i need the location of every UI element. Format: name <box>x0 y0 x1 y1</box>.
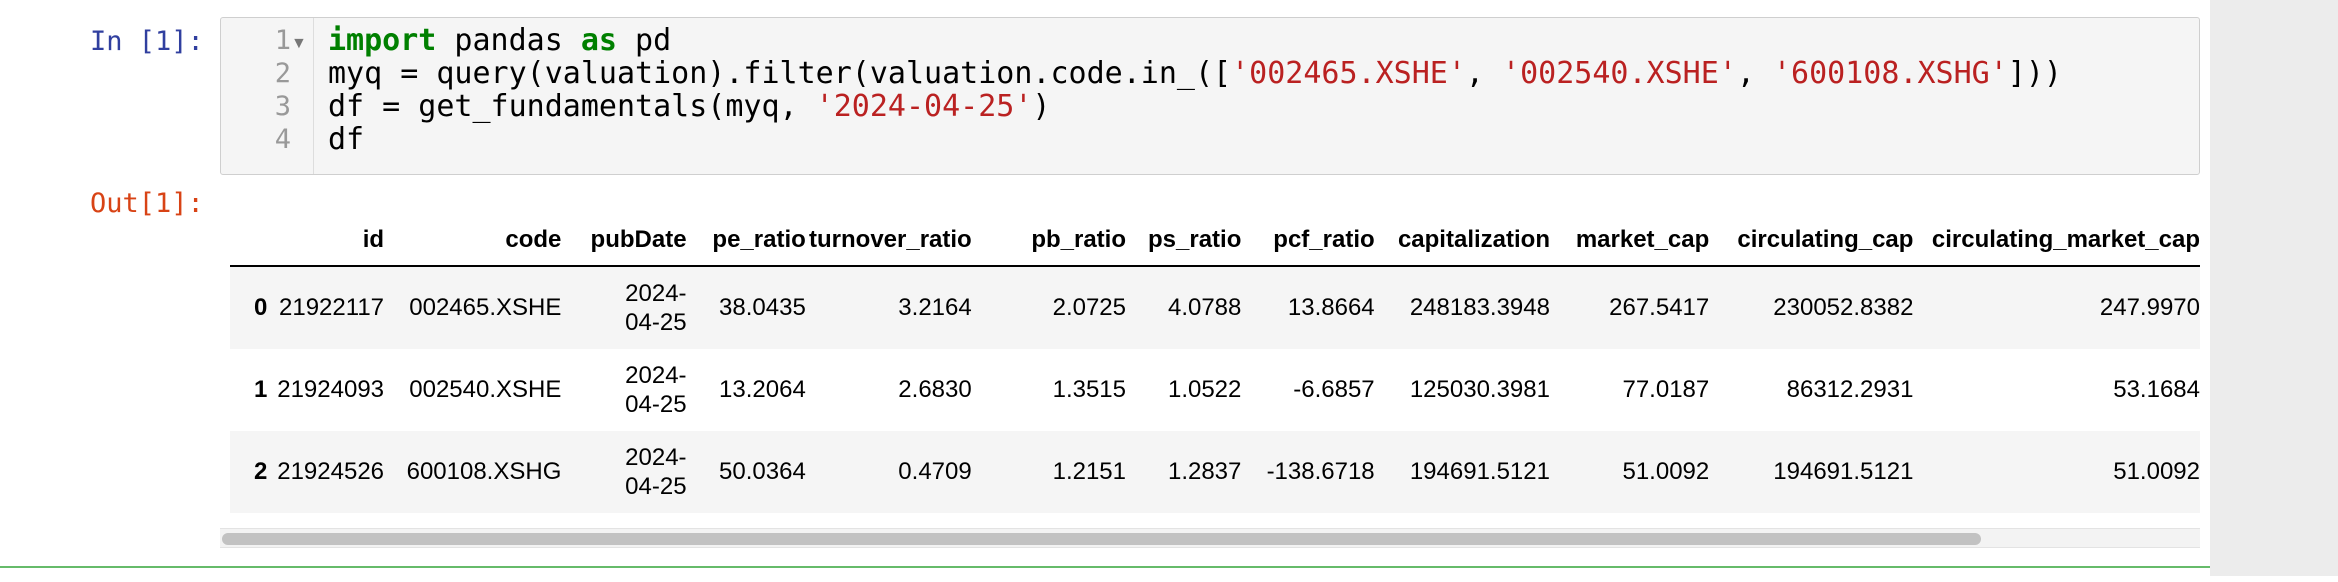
dataframe-table: id code pubDate pe_ratio turnover_ratio … <box>230 215 2200 513</box>
pubdate-cell: 2024- 04-25 <box>561 431 687 513</box>
string-token: '2024-04-25' <box>815 89 1033 124</box>
next-cell-border[interactable] <box>0 566 2210 582</box>
code-line-1[interactable]: import pandas as pd <box>328 24 671 57</box>
pcf-ratio-cell: -6.6857 <box>1293 376 1375 403</box>
column-header: circulating_market_cap <box>1913 215 2200 267</box>
column-header: pcf_ratio <box>1241 215 1375 267</box>
pcf-ratio-cell: -138.6718 <box>1241 431 1375 513</box>
column-header: id <box>267 215 385 267</box>
code-editor[interactable]: 1 2 3 4 ▼ import pandas as pd myq = quer… <box>220 17 2200 175</box>
code-cell: 002540.XSHE <box>409 376 562 403</box>
turnover-ratio-cell: 3.2164 <box>805 266 972 349</box>
keyword-token: import <box>328 23 437 58</box>
column-header: ps_ratio <box>1126 215 1242 267</box>
column-header: pubDate <box>561 215 687 267</box>
code-token: pandas <box>436 23 581 58</box>
circulating-cap-cell: 230052.8382 <box>1709 266 1914 349</box>
line-number: 4 <box>274 124 291 155</box>
row-index: 0 <box>230 266 268 349</box>
pb-ratio-cell: 1.3515 <box>1052 376 1126 403</box>
code-cell: 002465.XSHE <box>384 266 562 349</box>
id-cell: 21922117 <box>267 266 385 349</box>
turnover-ratio-cell: 2.6830 <box>898 376 972 403</box>
horizontal-scrollbar[interactable] <box>220 528 2200 548</box>
code-line-2[interactable]: myq = query(valuation).filter(valuation.… <box>328 57 2062 90</box>
ps-ratio-cell: 4.0788 <box>1126 266 1242 349</box>
capitalization-cell: 125030.3981 <box>1409 376 1550 403</box>
column-header: code <box>384 215 562 267</box>
row-index: 2 <box>230 431 268 513</box>
scrollbar-thumb[interactable] <box>222 533 1981 545</box>
line-number: 3 <box>274 91 291 122</box>
notebook-area: In [1]: 1 2 3 4 ▼ import pandas as pd my… <box>0 0 2210 576</box>
pubdate-year: 2024- <box>625 280 687 307</box>
pb-ratio-cell: 2.0725 <box>971 266 1126 349</box>
table-header-row: id code pubDate pe_ratio turnover_ratio … <box>230 215 2200 267</box>
output-prompt: Out[1]: <box>90 188 204 219</box>
pe-ratio-cell: 50.0364 <box>686 431 806 513</box>
code-cell: 600108.XSHG <box>384 431 562 513</box>
pubdate-cell: 2024- 04-25 <box>561 349 686 431</box>
circulating-market-cap-cell: 53.1684 <box>2113 376 2200 403</box>
id-cell: 21924093 <box>277 376 385 403</box>
column-header: capitalization <box>1374 215 1550 267</box>
code-token: ])) <box>2007 56 2062 91</box>
pe-ratio-cell: 13.2064 <box>719 376 806 403</box>
string-token: '002540.XSHE' <box>1502 56 1737 91</box>
market-cap-cell: 267.5417 <box>1549 266 1710 349</box>
circulating-cap-cell: 194691.5121 <box>1709 431 1914 513</box>
capitalization-cell: 248183.3948 <box>1374 266 1550 349</box>
circulating-market-cap-cell: 247.9970 <box>1913 266 2200 349</box>
code-token: ) <box>1032 89 1051 124</box>
ps-ratio-cell: 1.2837 <box>1126 431 1242 513</box>
id-cell: 21924526 <box>267 431 385 513</box>
pe-ratio-cell: 38.0435 <box>686 266 806 349</box>
circulating-market-cap-cell: 51.0092 <box>1913 431 2200 513</box>
pb-ratio-cell: 1.2151 <box>971 431 1126 513</box>
code-line-3[interactable]: df = get_fundamentals(myq, '2024-04-25') <box>328 90 1050 123</box>
keyword-token: as <box>580 23 617 58</box>
circulating-cap-cell: 86312.2931 <box>1786 376 1914 403</box>
code-token: pd <box>617 23 672 58</box>
fold-arrow-icon[interactable]: ▼ <box>291 35 307 53</box>
input-prompt: In [1]: <box>90 26 204 57</box>
pubdate-monthday: 04-25 <box>625 391 687 418</box>
pubdate-year: 2024- <box>625 362 687 389</box>
turnover-ratio-cell: 0.4709 <box>805 431 972 513</box>
line-number-gutter: 1 2 3 4 ▼ <box>221 18 314 174</box>
line-number: 1 <box>274 25 291 56</box>
column-header: pe_ratio <box>686 215 806 267</box>
capitalization-cell: 194691.5121 <box>1374 431 1550 513</box>
pubdate-monthday: 04-25 <box>625 473 687 500</box>
table-row: 1 21924093 002540.XSHE 2024- 04-25 13.206… <box>230 349 2200 431</box>
pubdate-cell: 2024- 04-25 <box>561 266 687 349</box>
code-token: myq = query(valuation).filter(valuation.… <box>328 56 1232 91</box>
code-token: , <box>1465 56 1503 91</box>
market-cap-cell: 77.0187 <box>1622 376 1710 403</box>
row-index: 1 <box>253 376 268 403</box>
table-row: 0 21922117 002465.XSHE 2024- 04-25 38.043… <box>230 266 2200 349</box>
code-line-4[interactable]: df <box>328 123 364 156</box>
column-header: market_cap <box>1549 215 1710 267</box>
pcf-ratio-cell: 13.8664 <box>1241 266 1375 349</box>
code-token: df <box>328 122 365 157</box>
output-area: id code pubDate pe_ratio turnover_ratio … <box>220 215 2200 555</box>
ps-ratio-cell: 1.0522 <box>1167 376 1242 403</box>
code-token: , <box>1736 56 1773 91</box>
column-header: pb_ratio <box>971 215 1126 267</box>
string-token: '600108.XSHG' <box>1772 56 2008 91</box>
column-header: turnover_ratio <box>805 215 972 267</box>
column-header: circulating_cap <box>1709 215 1914 267</box>
line-number: 2 <box>274 58 291 89</box>
table-row: 2 21924526 600108.XSHG 2024- 04-25 50.036… <box>230 431 2200 513</box>
pubdate-year: 2024- <box>625 444 687 471</box>
string-token: '002465.XSHE' <box>1231 56 1466 91</box>
right-panel <box>2210 0 2338 576</box>
index-header <box>230 215 268 267</box>
pubdate-monthday: 04-25 <box>625 309 687 336</box>
code-token: df = get_fundamentals(myq, <box>328 89 816 124</box>
market-cap-cell: 51.0092 <box>1549 431 1710 513</box>
